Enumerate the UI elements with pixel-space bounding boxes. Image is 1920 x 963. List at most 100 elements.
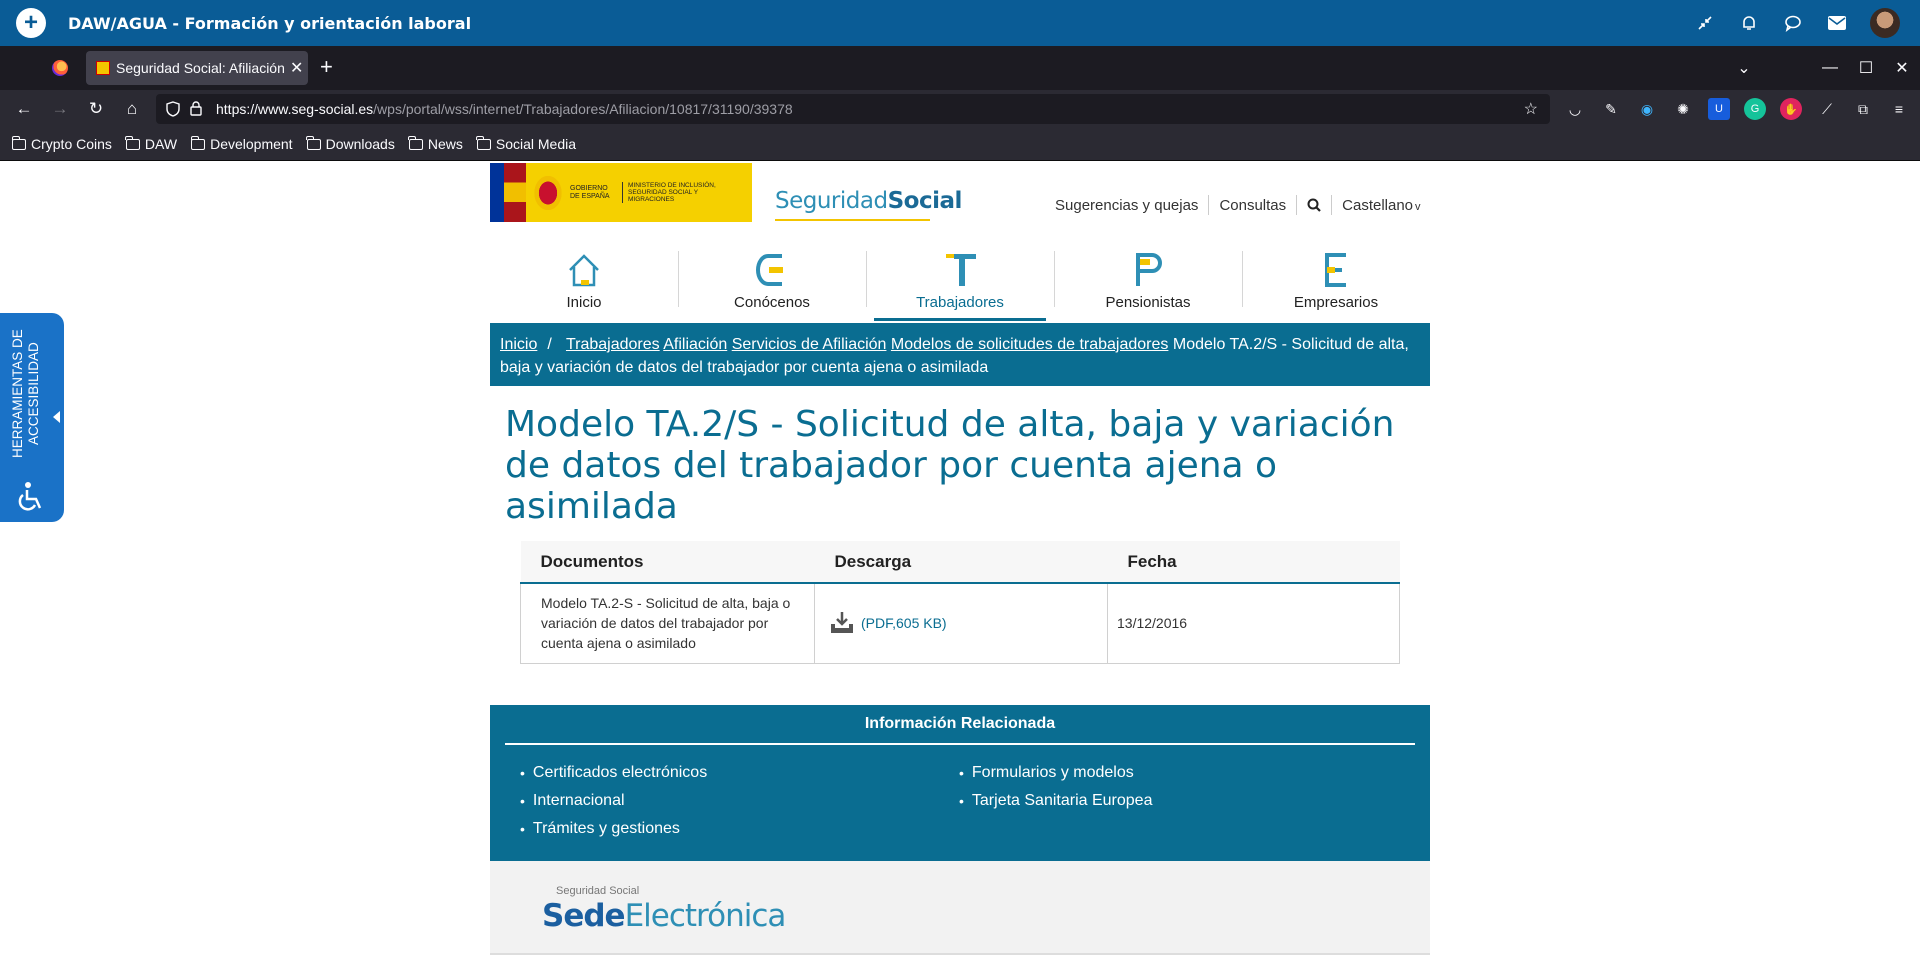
window-minimize-icon[interactable]: — [1812, 59, 1848, 77]
document-date: 13/12/2016 [1107, 582, 1400, 664]
new-tab-button[interactable]: + [320, 54, 333, 80]
window-maximize-icon[interactable]: ☐ [1848, 58, 1884, 78]
letter-p-icon [1136, 253, 1162, 286]
bookmark-star-icon[interactable]: ☆ [1524, 99, 1538, 119]
related-link[interactable]: Trámites y gestiones [520, 815, 707, 843]
reload-icon[interactable]: ↻ [78, 99, 114, 119]
download-icon [831, 612, 853, 634]
app-title: DAW/AGUA - Formación y orientación labor… [68, 13, 472, 33]
chevron-down-icon: v [1415, 200, 1421, 213]
new-item-button[interactable]: + [16, 8, 46, 38]
consultas-link[interactable]: Consultas [1219, 197, 1286, 214]
folder-icon [11, 135, 26, 150]
bell-icon[interactable] [1738, 12, 1760, 34]
bookmark-folder[interactable]: Development [190, 135, 293, 152]
related-link[interactable]: Tarjeta Sanitaria Europea [959, 787, 1153, 815]
breadcrumb-link[interactable]: Servicios de Afiliación [732, 336, 887, 353]
related-link[interactable]: Formularios y modelos [959, 759, 1152, 787]
expand-arrow-icon [53, 411, 60, 423]
bookmark-folder[interactable]: Downloads [306, 135, 395, 152]
menu-item-empresarios[interactable]: Empresarios [1242, 243, 1430, 321]
hand-extension-icon[interactable]: ✋ [1780, 98, 1802, 120]
lock-icon[interactable] [190, 101, 202, 116]
suggestions-link[interactable]: Sugerencias y quejas [1055, 197, 1198, 214]
wheelchair-icon [18, 482, 42, 511]
documents-table: Documentos Descarga Fecha Modelo TA.2-S … [520, 541, 1400, 664]
related-divider [505, 743, 1415, 745]
extensions-puzzle-icon[interactable]: ⧉ [1852, 98, 1874, 120]
divider [1331, 195, 1333, 215]
page-title: Modelo TA.2/S - Solicitud de alta, baja … [505, 404, 1395, 527]
extension-target-icon[interactable]: ◉ [1636, 98, 1658, 120]
breadcrumb-link[interactable]: Modelos de solicitudes de trabajadores [891, 336, 1169, 353]
eyedropper-icon[interactable]: ⟋ [1816, 98, 1838, 120]
sede-electronica-banner[interactable]: Seguridad Social SedeElectrónica [490, 861, 1430, 955]
breadcrumb-link[interactable]: Inicio [500, 336, 537, 353]
active-tab[interactable]: Seguridad Social: Afiliación ✕ [86, 51, 308, 85]
letter-c-icon [756, 254, 783, 286]
bookmark-folder[interactable]: News [408, 135, 463, 152]
menu-item-inicio[interactable]: Inicio [490, 243, 678, 321]
seguridad-social-logo[interactable]: SeguridadSocial [775, 188, 962, 221]
window-close-icon[interactable]: ✕ [1884, 58, 1920, 78]
chat-icon[interactable] [1782, 12, 1804, 34]
bookmark-folder[interactable]: Social Media [476, 135, 576, 152]
spain-flag-stripe [504, 163, 526, 222]
divider [1208, 195, 1210, 215]
tab-close-icon[interactable]: ✕ [290, 58, 303, 78]
main-menu: Inicio Conócenos Trabajadores Pensionist… [490, 243, 1430, 321]
tab-title: Seguridad Social: Afiliación [116, 60, 285, 76]
sede-small-text: Seguridad Social [556, 885, 640, 897]
bitwarden-icon[interactable]: U [1708, 98, 1730, 120]
wrench-icon[interactable]: ✎ [1600, 98, 1622, 120]
house-icon [569, 254, 599, 287]
download-cell: (PDF,605 KB) [814, 582, 1108, 664]
related-link[interactable]: Internacional [520, 787, 707, 815]
grammarly-icon[interactable]: G [1744, 98, 1766, 120]
app-title-bar: + DAW/AGUA - Formación y orientación lab… [0, 0, 1920, 46]
menu-item-conocenos[interactable]: Conócenos [678, 243, 866, 321]
sede-logo-text: SedeElectrónica [542, 898, 786, 934]
react-devtools-icon[interactable]: ✺ [1672, 98, 1694, 120]
shield-icon[interactable] [166, 101, 180, 117]
table-header: Descarga [814, 541, 1108, 584]
table-row: Modelo TA.2-S - Solicitud de alta, baja … [520, 582, 1400, 664]
user-avatar[interactable] [1870, 8, 1900, 38]
related-link[interactable]: Certificados electrónicos [520, 759, 707, 787]
folder-icon [190, 135, 206, 150]
home-icon[interactable]: ⌂ [114, 99, 150, 119]
table-header: Fecha [1107, 541, 1400, 584]
menu-item-pensionistas[interactable]: Pensionistas [1054, 243, 1242, 321]
ministry-text: MINISTERIO DE INCLUSIÓN, SEGURIDAD SOCIA… [622, 181, 742, 204]
letter-e-icon [1325, 253, 1346, 287]
letter-t-icon [946, 254, 976, 286]
accessibility-tools-tab[interactable]: HERRAMIENTAS DE ACCESIBILIDAD [0, 313, 64, 522]
document-name: Modelo TA.2-S - Solicitud de alta, baja … [520, 582, 815, 664]
mail-icon[interactable] [1826, 12, 1848, 34]
government-logo[interactable]: GOBIERNO DE ESPAÑA MINISTERIO DE INCLUSI… [490, 163, 752, 222]
folder-icon [125, 135, 140, 150]
search-icon[interactable] [1307, 198, 1321, 212]
back-icon[interactable]: ← [6, 99, 42, 119]
list-tabs-icon[interactable]: ⌄ [1726, 58, 1762, 78]
menu-icon[interactable]: ≡ [1888, 98, 1910, 120]
breadcrumb-link[interactable]: Afiliación [663, 336, 727, 353]
browser-nav-bar: ← → ↻ ⌂ https://www.seg-social.es/wps/po… [0, 90, 1920, 128]
eu-stripe [490, 163, 504, 222]
pocket-icon[interactable]: ◡ [1564, 98, 1586, 120]
folder-icon [408, 135, 423, 150]
language-selector[interactable]: Castellano v [1342, 197, 1420, 214]
bookmark-folder[interactable]: Crypto Coins [11, 135, 112, 152]
bookmark-folder[interactable]: DAW [125, 135, 177, 152]
related-info-panel: Información Relacionada Certificados ele… [490, 705, 1430, 861]
coat-of-arms-icon [532, 172, 564, 213]
breadcrumb-link[interactable]: Trabajadores [566, 336, 660, 353]
download-link[interactable]: (PDF,605 KB) [829, 611, 1087, 635]
forward-icon[interactable]: → [42, 99, 78, 119]
url-text: https://www.seg-social.es/wps/portal/wss… [216, 101, 793, 117]
firefox-view-icon[interactable] [52, 60, 68, 76]
menu-item-trabajadores[interactable]: Trabajadores [866, 243, 1054, 321]
minimize-arrows-icon[interactable] [1694, 12, 1716, 34]
address-bar[interactable]: https://www.seg-social.es/wps/portal/wss… [156, 94, 1550, 124]
table-header: Documentos [520, 541, 815, 584]
